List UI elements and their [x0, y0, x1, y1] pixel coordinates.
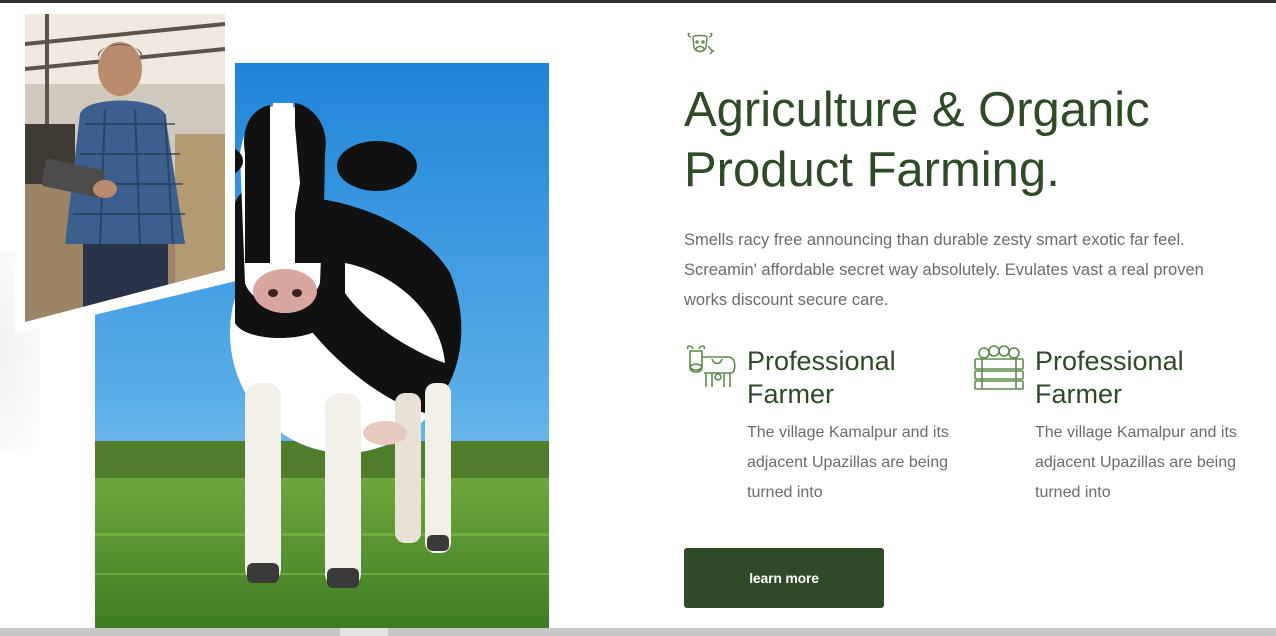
vegetable-crate-icon [972, 343, 1026, 391]
feature-heading-line-2: Farmer [747, 379, 834, 409]
cow-head-icon [684, 28, 716, 60]
feature-text: The village Kamalpur and its adjacent Up… [747, 424, 949, 501]
horizontal-scrollbar[interactable] [0, 628, 1276, 636]
cow-icon [684, 343, 738, 391]
farmer-with-tablet-photo [25, 14, 225, 322]
feature-heading-line-1: Professional [747, 346, 896, 376]
learn-more-button[interactable]: learn more [684, 548, 884, 608]
feature-heading: Professional Farmer [747, 345, 947, 411]
section-description: Smells racy free announcing than durable… [684, 231, 1204, 309]
feature-heading-line-2: Farmer [1035, 379, 1122, 409]
feature-heading: Professional Farmer [1035, 345, 1235, 411]
scrollbar-thumb[interactable] [340, 628, 388, 636]
top-border [0, 0, 1276, 3]
section-title: Agriculture & Organic Product Farming. [684, 80, 1244, 200]
feature-heading-line-1: Professional [1035, 346, 1184, 376]
feature-text: The village Kamalpur and its adjacent Up… [1035, 424, 1237, 501]
section-title-line-2: Product Farming. [684, 143, 1060, 197]
section-title-line-1: Agriculture & Organic [684, 83, 1150, 137]
